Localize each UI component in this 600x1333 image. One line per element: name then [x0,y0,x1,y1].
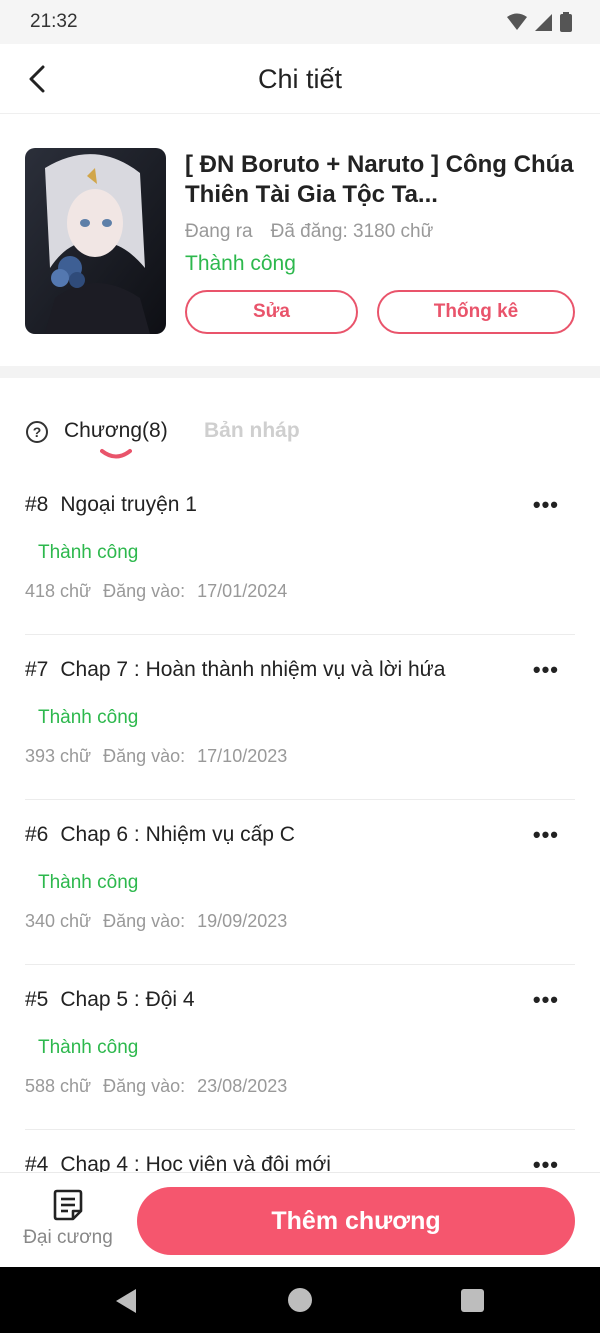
story-status: Thành công [185,252,296,275]
nav-recents-icon[interactable] [461,1289,484,1312]
story-card: [ ĐN Boruto + Naruto ] Công Chúa Thiên T… [0,114,600,366]
story-cover-image[interactable] [25,148,166,334]
chapter-number: #7 [25,658,49,681]
chapter-status: Thành công [38,1037,139,1058]
chapter-title: #6 Chap 6 : Nhiệm vụ cấp C [25,823,295,847]
chapter-number: #6 [25,823,49,846]
tab-drafts[interactable]: Bản nháp [204,419,300,443]
chapter-number: #8 [25,493,49,516]
chapter-title: #7 Chap 7 : Hoàn thành nhiệm vụ và lời hứ… [25,658,445,682]
tab-chapters[interactable]: Chương(8) [64,419,168,443]
page-title: Chi tiết [257,64,343,94]
chapter-number: #5 [25,988,49,1011]
chapter-words: 393 chữ [25,746,92,766]
chapter-words: 418 chữ [25,581,92,601]
chapter-date: 17/01/2024 [197,581,288,601]
chapter-date: 23/08/2023 [197,1076,288,1096]
wifi-icon [507,13,527,30]
chapter-name: Ngoại truyện 1 [60,493,197,516]
chapter-status: Thành công [38,707,139,728]
chapter-name: Chap 7 : Hoàn thành nhiệm vụ và lời hứa [60,658,446,681]
chapter-words: 588 chữ [25,1076,92,1096]
help-icon[interactable]: ? [26,421,48,443]
chapter-meta: 340 chữ Đăng vào: 19/09/2023 [25,911,287,932]
chapter-name: Chap 4 : Học viện và đôi mới [60,1153,331,1172]
signal-icon [535,13,552,31]
outline-button[interactable]: Đại cương [22,1189,114,1259]
system-nav-bar [0,1267,600,1333]
posted-label: Đăng vào: [103,581,186,601]
status-bar: 21:32 [0,0,600,44]
chapter-title: #4 Chap 4 : Học viện và đôi mới [25,1153,331,1172]
story-title: [ ĐN Boruto + Naruto ] Công Chúa Thiên T… [185,151,574,208]
more-options-icon[interactable]: ••• [533,492,559,518]
more-options-icon[interactable]: ••• [533,1152,559,1172]
chapter-name: Chap 5 : Đội 4 [60,988,195,1011]
chapter-status: Thành công [38,542,139,563]
chapter-number: #4 [25,1153,49,1172]
edit-button[interactable]: Sửa [185,290,358,334]
chapter-title: #8 Ngoại truyện 1 [25,493,197,517]
section-divider [0,366,600,378]
chapter-date: 17/10/2023 [197,746,288,766]
chapter-date: 19/09/2023 [197,911,288,931]
more-options-icon[interactable]: ••• [533,987,559,1013]
chapter-name: Chap 6 : Nhiệm vụ cấp C [60,823,295,846]
add-chapter-button[interactable]: Thêm chương [137,1187,575,1255]
battery-icon [560,12,572,32]
status-time: 21:32 [30,11,78,32]
list-item[interactable]: #8 Ngoại truyện 1 ••• Thành công 418 chữ Đ… [25,470,575,635]
list-item[interactable]: #7 Chap 7 : Hoàn thành nhiệm vụ và lời hứ… [25,635,575,800]
status-icons [507,12,572,32]
posted-label: Đăng vào: [103,911,186,931]
nav-home-icon[interactable] [288,1288,312,1312]
list-item[interactable]: #4 Chap 4 : Học viện và đôi mới ••• [25,1130,575,1172]
chapter-list: #8 Ngoại truyện 1 ••• Thành công 418 chữ Đ… [0,470,600,1172]
chapter-meta: 418 chữ Đăng vào: 17/01/2024 [25,581,287,602]
outline-label: Đại cương [23,1227,113,1248]
bottom-bar: Đại cương Thêm chương [0,1172,600,1267]
more-options-icon[interactable]: ••• [533,822,559,848]
stats-button[interactable]: Thống kê [377,290,575,334]
chapter-meta: 393 chữ Đăng vào: 17/10/2023 [25,746,287,767]
tab-active-indicator [100,449,132,459]
more-options-icon[interactable]: ••• [533,657,559,683]
nav-back-icon[interactable] [114,1288,138,1314]
story-meta: Đang ra Đã đăng: 3180 chữ [185,221,433,243]
posted-label: Đăng vào: [103,746,186,766]
story-word-count: Đã đăng: 3180 chữ [270,221,434,242]
chapter-meta: 588 chữ Đăng vào: 23/08/2023 [25,1076,287,1097]
list-item[interactable]: #5 Chap 5 : Đội 4 ••• Thành công 588 chữ Đ… [25,965,575,1130]
tabs: ? Chương(8) Bản nháp [0,378,600,470]
document-icon [53,1189,83,1221]
chapter-words: 340 chữ [25,911,92,931]
list-item[interactable]: #6 Chap 6 : Nhiệm vụ cấp C ••• Thành công… [25,800,575,965]
chapter-status: Thành công [38,872,139,893]
posted-label: Đăng vào: [103,1076,186,1096]
story-state: Đang ra [185,221,253,242]
app-bar: Chi tiết [0,44,600,114]
chapter-title: #5 Chap 5 : Đội 4 [25,988,195,1012]
